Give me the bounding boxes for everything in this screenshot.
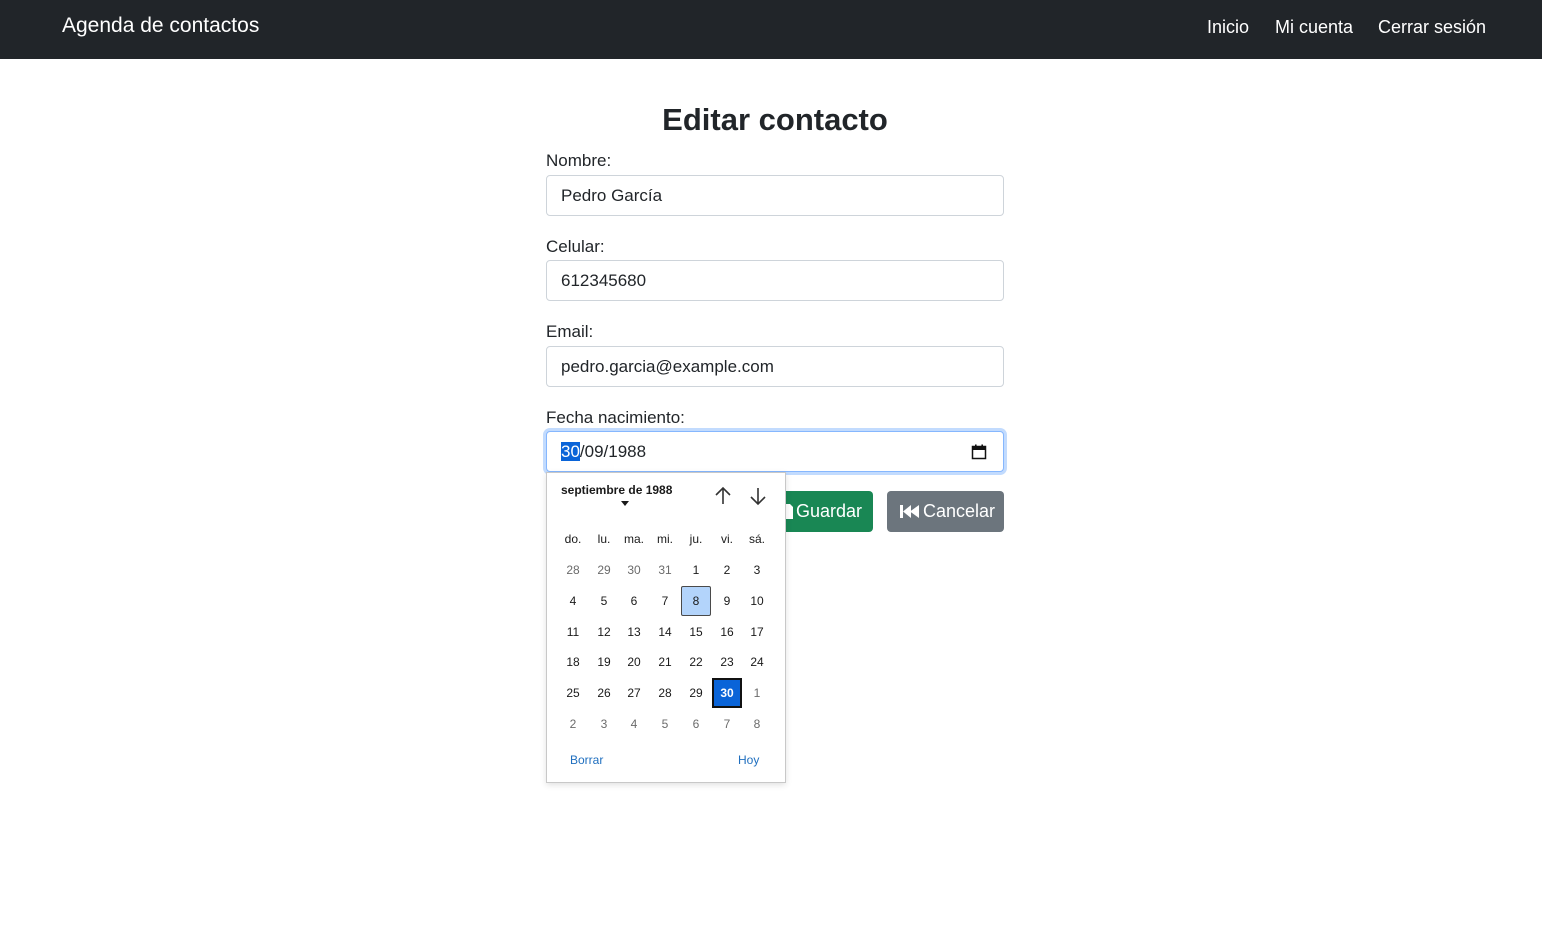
calendar-day-cell[interactable]: 6 <box>681 709 711 739</box>
page-title: Editar contacto <box>662 102 888 137</box>
weekday-label: ma. <box>623 532 644 546</box>
calendar-day-cell[interactable]: 13 <box>619 617 649 647</box>
calendar-day-cell[interactable]: 17 <box>742 617 772 647</box>
calendar-day-cell[interactable]: 2 <box>712 555 742 585</box>
date-picker-popup: septiembre de 1988 do. lu. ma. mi. ju. vi. sá.… <box>546 472 786 783</box>
weekday-label: lu. <box>597 532 611 546</box>
calendar-day-cell[interactable]: 6 <box>619 586 649 616</box>
calendar-day-cell[interactable]: 11 <box>558 617 588 647</box>
month-dropdown-caret-icon[interactable] <box>621 501 629 506</box>
celular-input[interactable]: 612345680 <box>546 260 1004 301</box>
calendar-day-cell[interactable]: 24 <box>742 647 772 677</box>
calendar-day-cell[interactable]: 7 <box>712 709 742 739</box>
month-year-label[interactable]: septiembre de 1988 <box>561 483 672 497</box>
fecha-nacimiento-input[interactable]: 30/09/1988 <box>546 431 1004 472</box>
today-date-button[interactable]: Hoy <box>738 753 759 767</box>
nav-link-cerrar-sesion[interactable]: Cerrar sesión <box>1378 17 1486 38</box>
calendar-day-cell[interactable]: 28 <box>558 555 588 585</box>
calendar-day-cell[interactable]: 18 <box>558 647 588 677</box>
calendar-day-cell[interactable]: 4 <box>558 586 588 616</box>
arrow-down-icon[interactable] <box>747 485 769 507</box>
calendar-day-cell[interactable]: 31 <box>650 555 680 585</box>
navbar-brand[interactable]: Agenda de contactos <box>62 14 259 38</box>
calendar-day-cell[interactable]: 8 <box>681 585 711 616</box>
calendar-day-cell[interactable]: 25 <box>558 678 588 708</box>
calendar-day-cell[interactable]: 2 <box>558 709 588 739</box>
calendar-day-cell[interactable]: 8 <box>742 709 772 739</box>
calendar-icon[interactable] <box>971 444 987 460</box>
calendar-day-cell[interactable]: 7 <box>650 586 680 616</box>
calendar-day-cell[interactable]: 15 <box>681 617 711 647</box>
calendar-day-cell[interactable]: 4 <box>619 709 649 739</box>
calendar-day-cell[interactable]: 5 <box>650 709 680 739</box>
calendar-day-cell[interactable]: 30 <box>619 555 649 585</box>
calendar-day-cell[interactable]: 19 <box>589 647 619 677</box>
arrow-up-icon[interactable] <box>712 485 734 507</box>
weekday-label: sá. <box>748 532 765 546</box>
calendar-day-cell[interactable]: 21 <box>650 647 680 677</box>
weekday-label: mi. <box>657 532 673 546</box>
clear-date-button[interactable]: Borrar <box>570 753 603 767</box>
celular-label: Celular: <box>546 237 605 256</box>
calendar-day-cell[interactable]: 12 <box>589 617 619 647</box>
nombre-input[interactable]: Pedro García <box>546 175 1004 216</box>
calendar-day-cell[interactable]: 10 <box>742 586 772 616</box>
calendar-day-cell[interactable]: 1 <box>742 678 772 708</box>
weekday-label: do. <box>564 532 582 546</box>
date-rest-segment[interactable]: /09/1988 <box>580 442 646 461</box>
calendar-day-cell[interactable]: 27 <box>619 678 649 708</box>
calendar-day-cell[interactable]: 29 <box>681 678 711 708</box>
calendar-day-cell[interactable]: 22 <box>681 647 711 677</box>
backward-icon <box>900 505 919 518</box>
cancel-button-label: Cancelar <box>923 501 996 521</box>
calendar-day-cell[interactable]: 14 <box>650 617 680 647</box>
calendar-day-cell[interactable]: 5 <box>589 586 619 616</box>
nav-link-mi-cuenta[interactable]: Mi cuenta <box>1275 17 1353 38</box>
calendar-day-cell[interactable]: 28 <box>650 678 680 708</box>
top-navbar: Agenda de contactos Inicio Mi cuenta Cer… <box>0 0 1542 59</box>
calendar-day-cell[interactable]: 23 <box>712 647 742 677</box>
calendar-day-cell[interactable]: 30 <box>712 678 742 709</box>
date-day-segment[interactable]: 30 <box>561 442 580 461</box>
calendar-day-cell[interactable]: 29 <box>589 555 619 585</box>
cancel-button[interactable]: Cancelar <box>887 491 1004 532</box>
weekday-label: ju. <box>689 532 703 546</box>
nav-link-inicio[interactable]: Inicio <box>1207 17 1249 38</box>
save-button-label: Guardar <box>796 501 863 521</box>
calendar-day-cell[interactable]: 9 <box>712 586 742 616</box>
calendar-day-cell[interactable]: 26 <box>589 678 619 708</box>
fecha-nacimiento-label: Fecha nacimiento: <box>546 408 685 427</box>
calendar-day-cell[interactable]: 3 <box>742 555 772 585</box>
calendar-day-cell[interactable]: 16 <box>712 617 742 647</box>
calendar-day-cell[interactable]: 3 <box>589 709 619 739</box>
email-input[interactable]: pedro.garcia@example.com <box>546 346 1004 387</box>
weekday-label: vi. <box>721 532 733 546</box>
calendar-day-cell[interactable]: 20 <box>619 647 649 677</box>
nombre-label: Nombre: <box>546 151 612 170</box>
email-label: Email: <box>546 322 594 341</box>
calendar-day-cell[interactable]: 1 <box>681 555 711 585</box>
